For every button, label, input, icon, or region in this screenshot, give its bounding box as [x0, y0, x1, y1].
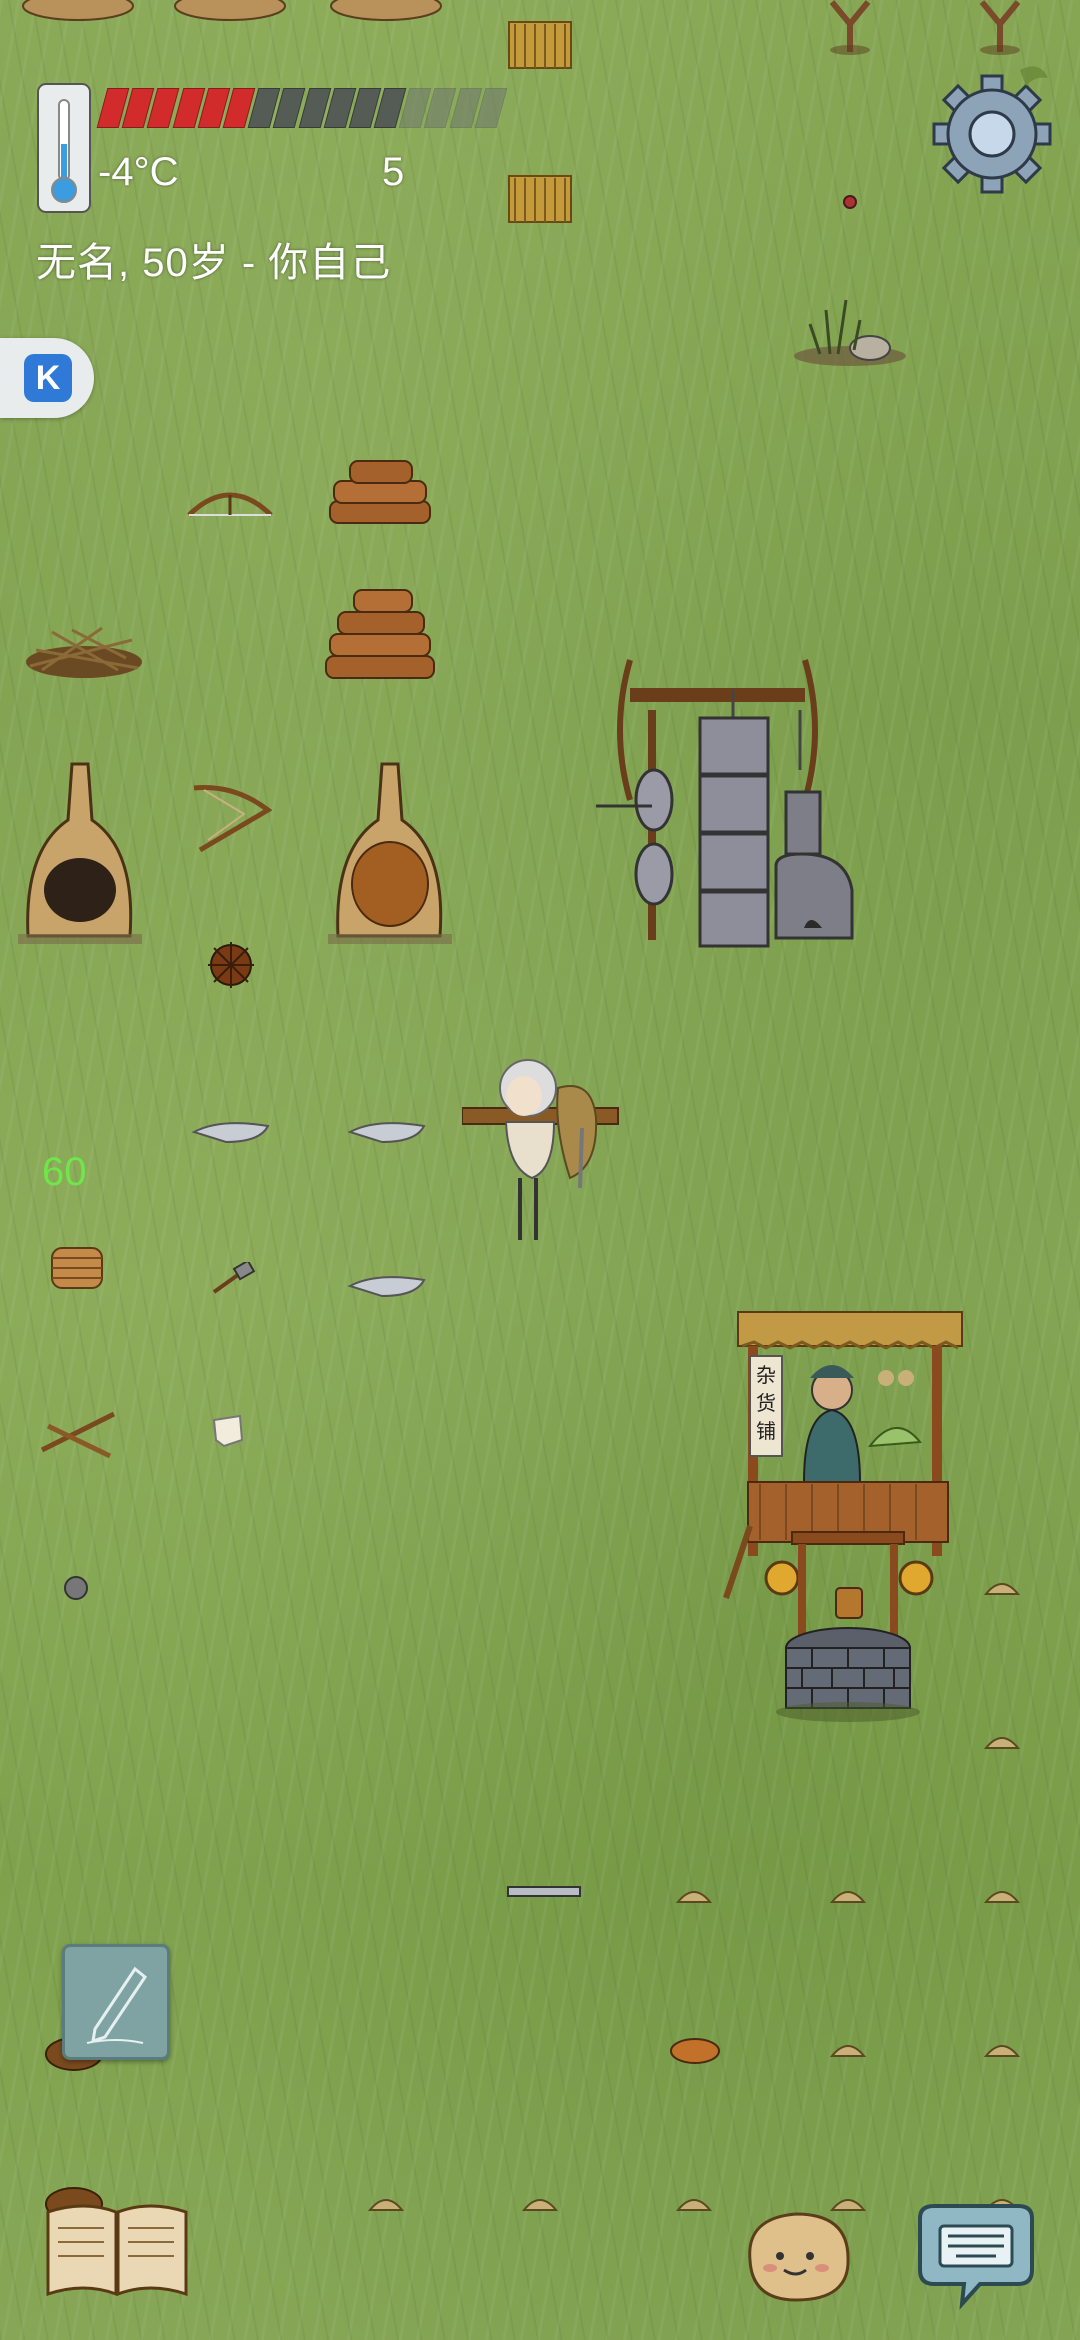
stacked-baskets[interactable] [50, 1244, 104, 1292]
gear-icon[interactable] [930, 56, 1054, 206]
shop-sign-char-2: 货 [756, 1391, 776, 1415]
keyboard-chat-icon[interactable] [910, 2200, 1040, 2310]
adobe-kiln-full[interactable] [328, 760, 452, 946]
firewood-pile-1[interactable] [320, 455, 440, 531]
thermometer-icon [37, 83, 91, 213]
shop-sign-char-1: 杂 [756, 1363, 776, 1387]
dirt-mound[interactable] [676, 2190, 712, 2212]
food-meter [96, 88, 508, 128]
young-tree-1[interactable] [820, 0, 880, 56]
hammer[interactable] [210, 1262, 256, 1296]
berry-seed[interactable] [840, 192, 860, 212]
dirt-mound[interactable] [676, 1882, 712, 1904]
reed-bundle-2[interactable] [505, 172, 575, 226]
reed-bundle-1[interactable] [505, 16, 575, 74]
firewood-pile-2[interactable] [320, 580, 440, 686]
flint-chip-1[interactable] [190, 1116, 272, 1146]
bow-drill[interactable] [190, 780, 272, 856]
wild-plant-rock[interactable] [790, 290, 910, 370]
flint-chip-3[interactable] [346, 1270, 428, 1300]
bread-loaf[interactable] [668, 2036, 722, 2066]
player-character[interactable] [462, 1058, 622, 1246]
round-stone[interactable] [62, 1574, 90, 1602]
dirt-mound[interactable] [830, 2036, 866, 2058]
paper-scrap[interactable] [210, 1414, 246, 1450]
dirt-mound[interactable] [830, 1882, 866, 1904]
potato-face-icon[interactable] [740, 2208, 854, 2304]
young-tree-2[interactable] [970, 0, 1030, 56]
yum-counter: 5 [382, 150, 405, 194]
dirt-mound[interactable] [984, 2036, 1020, 2058]
dirt-mound[interactable] [368, 2190, 404, 2212]
temperature-readout: -4°C [98, 150, 179, 194]
kindling-pile[interactable] [22, 610, 146, 680]
pencil-icon [86, 1966, 148, 2044]
k-app-icon[interactable]: K [24, 354, 72, 402]
adobe-kiln-empty[interactable] [18, 760, 142, 946]
age-counter: 60 [42, 1150, 87, 1194]
book-icon[interactable] [44, 2198, 190, 2298]
note-button[interactable] [62, 1944, 170, 2060]
bow[interactable] [185, 485, 275, 521]
flint-chip-2[interactable] [346, 1116, 428, 1146]
crossed-sticks[interactable] [38, 1408, 120, 1460]
burdock[interactable] [206, 940, 256, 990]
dirt-mound[interactable] [984, 1728, 1020, 1750]
newcomen-engine[interactable] [590, 650, 860, 950]
side-app-tab[interactable]: K [0, 338, 94, 418]
dirt-mound[interactable] [984, 1882, 1020, 1904]
dirt-mound[interactable] [522, 2190, 558, 2212]
steel-bar[interactable] [506, 1884, 582, 1900]
stone-well[interactable] [772, 1528, 924, 1728]
player-identity: 无名, 50岁 - 你自己 [36, 241, 392, 285]
shop-sign-char-3: 铺 [756, 1419, 776, 1443]
dirt-mound[interactable] [984, 1574, 1020, 1596]
